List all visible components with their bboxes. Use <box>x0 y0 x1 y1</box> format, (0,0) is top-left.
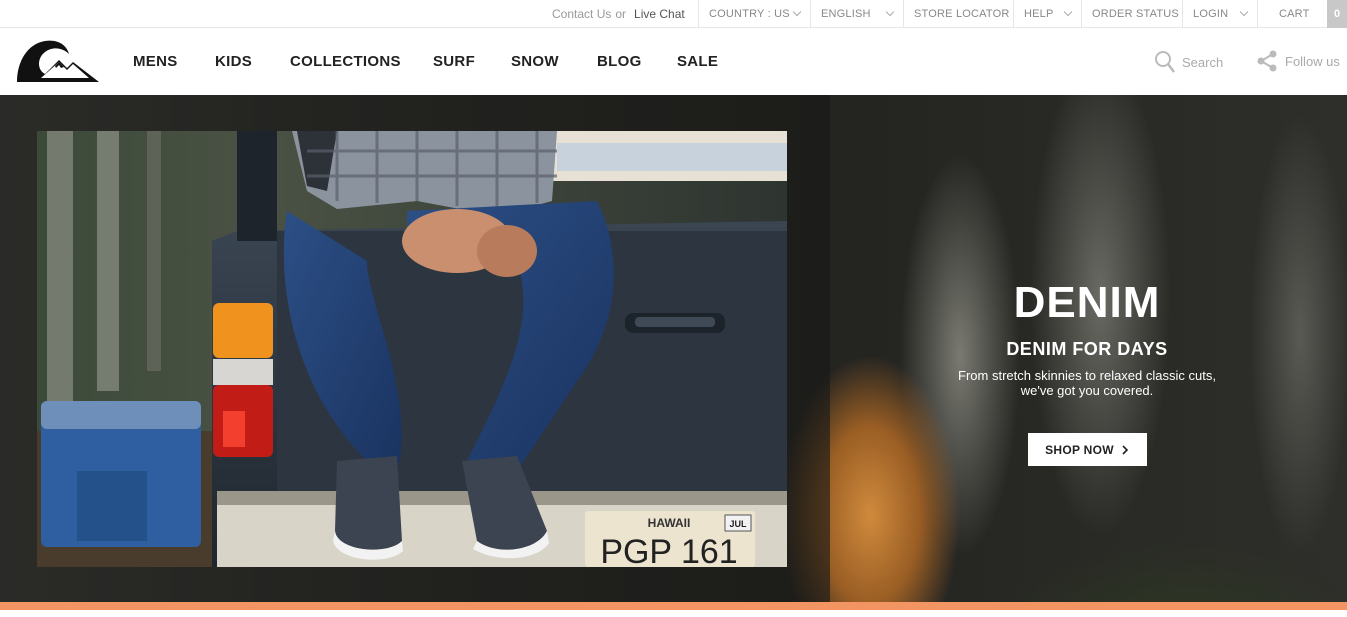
chevron-down-icon <box>1063 7 1073 17</box>
nav-blog[interactable]: BLOG <box>597 53 642 70</box>
hero-description-line-1: From stretch skinnies to relaxed classic… <box>958 368 1216 383</box>
hero-banner: HAWAII PGP 161 JUL DENIM DENIM FOR DAYS … <box>0 95 1347 602</box>
chevron-down-icon <box>885 7 895 17</box>
country-selector[interactable]: COUNTRY : US <box>698 0 810 28</box>
quiksilver-logo[interactable] <box>15 38 99 89</box>
chevron-down-icon <box>792 7 802 17</box>
hero-photo: HAWAII PGP 161 JUL <box>37 131 787 567</box>
logo-icon <box>17 40 99 82</box>
chevron-right-icon <box>1122 444 1129 455</box>
follow-us-label: Follow us <box>1285 53 1340 69</box>
order-status-link[interactable]: ORDER STATUS <box>1081 0 1182 28</box>
help-menu-label: HELP <box>1024 8 1054 20</box>
follow-us-button[interactable]: Follow us <box>1256 50 1340 72</box>
store-locator-label: STORE LOCATOR <box>914 8 1010 20</box>
hero-subtitle: DENIM FOR DAYS <box>1006 339 1168 359</box>
plate-number-text: PGP 161 <box>600 533 737 567</box>
store-locator-link[interactable]: STORE LOCATOR <box>903 0 1013 28</box>
shop-now-label: SHOP NOW <box>1045 442 1114 457</box>
login-menu[interactable]: LOGIN <box>1182 0 1257 28</box>
nav-surf[interactable]: SURF <box>433 53 475 70</box>
hero-title: DENIM <box>1013 278 1161 327</box>
order-status-label: ORDER STATUS <box>1092 8 1179 20</box>
nav-kids[interactable]: KIDS <box>215 53 252 70</box>
hero-description: From stretch skinnies to relaxed classic… <box>930 368 1244 398</box>
nav-snow[interactable]: SNOW <box>511 53 559 70</box>
plate-sticker-text: JUL <box>729 519 747 529</box>
language-selector[interactable]: ENGLISH <box>810 0 903 28</box>
denim-tailgate-photo: HAWAII PGP 161 JUL <box>37 131 787 567</box>
hero-description-line-2: we've got you covered. <box>1020 383 1154 398</box>
cart-count-badge[interactable]: 0 <box>1327 0 1347 28</box>
search-label: Search <box>1182 54 1224 70</box>
live-chat-link[interactable]: Live Chat <box>634 7 685 21</box>
plate-state-text: HAWAII <box>648 516 691 530</box>
country-selector-label: COUNTRY : US <box>709 8 790 20</box>
hero-copy: DENIM DENIM FOR DAYS From stretch skinni… <box>930 277 1244 398</box>
cart-label: CART <box>1279 8 1310 20</box>
language-selector-label: ENGLISH <box>821 8 871 20</box>
main-nav: MENS KIDS COLLECTIONS SURF SNOW BLOG SAL… <box>0 28 1347 95</box>
share-icon <box>1257 50 1277 72</box>
nav-mens[interactable]: MENS <box>133 53 178 70</box>
contact-or-text: or <box>615 7 627 21</box>
cart-link[interactable]: CART <box>1257 0 1327 28</box>
login-menu-label: LOGIN <box>1193 8 1229 20</box>
accent-bar <box>0 602 1347 610</box>
magnifier-icon <box>1155 51 1175 73</box>
nav-sale[interactable]: SALE <box>677 53 718 70</box>
utility-bar: Contact Us or Live Chat COUNTRY : US ENGLI… <box>0 0 1347 28</box>
contact-us-link[interactable]: Contact Us <box>552 7 611 21</box>
shop-now-button[interactable]: SHOP NOW <box>1028 433 1147 466</box>
contact-links: Contact Us or Live Chat <box>552 7 685 21</box>
search-button[interactable]: Search <box>1154 50 1223 74</box>
help-menu[interactable]: HELP <box>1013 0 1081 28</box>
nav-collections[interactable]: COLLECTIONS <box>290 53 401 70</box>
chevron-down-icon <box>1239 7 1249 17</box>
